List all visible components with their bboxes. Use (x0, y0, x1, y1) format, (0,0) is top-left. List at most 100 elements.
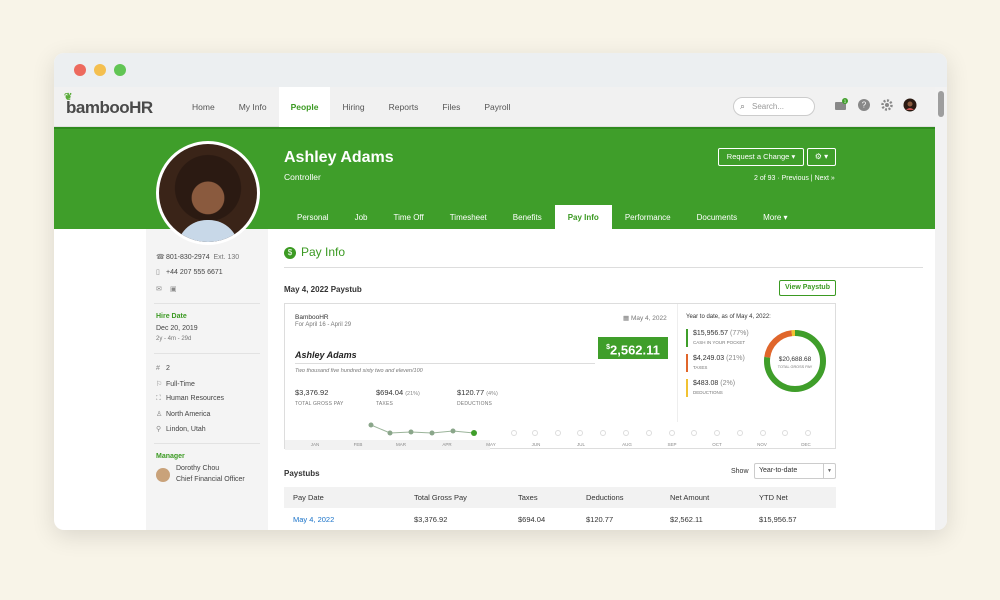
request-change-label: Request a Change (726, 152, 790, 161)
timeline-point[interactable] (368, 422, 374, 428)
pay-period: For April 16 - April 29 (295, 322, 352, 328)
row-net: $2,562.11 (670, 515, 703, 524)
tenure: 2y - 4m - 29d (156, 336, 192, 342)
work-phone: ☎801-830-2974 Ext. 130 (156, 254, 240, 261)
nav-item-reports[interactable]: Reports (377, 87, 431, 127)
donut-total: $20,688.68 (779, 356, 812, 363)
browser-window: ❦ bambooHR Home My Info People Hiring Rep… (54, 53, 947, 530)
paystub-summary: BambooHR For April 16 - April 29 ▦ May 4… (285, 304, 677, 422)
pay-info-content: $ Pay Info May 4, 2022 Paystub View Payst… (268, 229, 935, 530)
tab-personal[interactable]: Personal (284, 205, 342, 231)
employment-type: ⚐ Full-Time (156, 381, 195, 388)
employee-pager[interactable]: 2 of 93 · Previous | Next » (754, 175, 835, 182)
email-icon[interactable]: ✉ (156, 285, 166, 293)
bamboohr-app: ❦ bambooHR Home My Info People Hiring Rep… (54, 87, 935, 530)
paystub-range-select[interactable]: Year-to-date ▼ (754, 463, 836, 479)
tab-performance[interactable]: Performance (612, 205, 684, 231)
department: ⛶ Human Resources (156, 395, 224, 402)
nav-item-home[interactable]: Home (180, 87, 227, 127)
inbox-icon[interactable]: 1 (834, 98, 848, 112)
scrollbar[interactable] (935, 87, 947, 530)
ytd-cash: $15,956.57 (77%) CASH IN YOUR POCKET (686, 329, 749, 347)
manager-avatar[interactable] (156, 468, 170, 482)
paystub-title: May 4, 2022 Paystub (284, 285, 362, 294)
col-pay-date[interactable]: Pay Date (293, 487, 324, 508)
manager-label: Manager (156, 453, 185, 460)
deductions-label: DEDUCTIONS (457, 401, 493, 407)
timeline-point[interactable] (429, 430, 435, 436)
nav-item-payroll[interactable]: Payroll (472, 87, 522, 127)
nav-item-people[interactable]: People (278, 87, 331, 128)
profile-sidebar: ☎801-830-2974 Ext. 130 ▯ +44 207 555 6671… (146, 229, 268, 530)
signpost-icon: ⚐ (156, 381, 163, 388)
manager-title: Chief Financial Officer (176, 476, 245, 483)
tab-time-off[interactable]: Time Off (380, 205, 436, 231)
tab-more[interactable]: More ▾ (750, 205, 800, 231)
tab-job[interactable]: Job (342, 205, 381, 231)
settings-gear-icon[interactable] (880, 98, 894, 112)
month-label: JUL (576, 442, 586, 447)
amount-in-words: Two thousand five hundred sixty two and … (295, 368, 423, 374)
view-paystub-button[interactable]: View Paystub (779, 280, 836, 296)
maximize-window-button[interactable] (114, 64, 126, 76)
col-ytd-net[interactable]: YTD Net (759, 487, 788, 508)
scrollbar-thumb[interactable] (938, 91, 944, 117)
tab-documents[interactable]: Documents (684, 205, 750, 231)
region: ♙ North America (156, 411, 211, 418)
nav-item-hiring[interactable]: Hiring (330, 87, 376, 127)
gross-pay: $3,376.92 (295, 388, 329, 397)
month-label: APR (442, 442, 452, 447)
nav-item-files[interactable]: Files (430, 87, 472, 127)
hire-date-label: Hire Date (156, 313, 187, 320)
pay-info-heading: $ Pay Info (284, 245, 345, 259)
calendar-icon: ▦ (623, 315, 631, 322)
search-input[interactable]: ⌕ Search... (733, 97, 815, 116)
search-icon: ⌕ (740, 101, 746, 111)
timeline-point[interactable] (450, 428, 456, 434)
col-net-amount[interactable]: Net Amount (670, 487, 709, 508)
company-name: BambooHR (295, 314, 329, 321)
ytd-summary: Year to date, as of May 4, 2022: $15,956… (677, 304, 837, 422)
month-label: MAR (396, 442, 406, 447)
user-avatar-icon[interactable] (903, 98, 917, 112)
pay-date-link[interactable]: May 4, 2022 (293, 515, 334, 524)
employee-photo[interactable] (156, 141, 260, 245)
paystub-timeline: JAN FEB MAR APR MAY JUN JUL AUG SEP OCT … (285, 422, 837, 450)
help-icon[interactable]: ? (857, 98, 871, 112)
col-deductions[interactable]: Deductions (586, 487, 624, 508)
svg-text:?: ? (862, 101, 867, 110)
col-taxes[interactable]: Taxes (518, 487, 538, 508)
gross-pay-label: TOTAL GROSS PAY (295, 401, 344, 407)
paystubs-table-header: Pay Date Total Gross Pay Taxes Deduction… (284, 487, 836, 508)
dollar-icon: $ (284, 247, 296, 259)
row-gross: $3,376.92 (414, 515, 448, 524)
bamboohr-logo[interactable]: ❦ bambooHR (64, 92, 153, 118)
linkedin-icon[interactable]: ▣ (170, 285, 180, 293)
profile-tabs: Personal Job Time Off Timesheet Benefits… (284, 205, 801, 231)
ytd-taxes: $4,249.03 (21%) TAXES (686, 354, 745, 372)
mobile-phone: ▯ +44 207 555 6671 (156, 269, 223, 276)
people-icon: ♙ (156, 411, 163, 418)
employee-number: #2 (156, 365, 170, 372)
chevron-down-icon: ▼ (823, 464, 835, 478)
timeline-chart (285, 422, 811, 450)
timeline-point-selected[interactable] (471, 430, 477, 436)
close-window-button[interactable] (74, 64, 86, 76)
payee-name: Ashley Adams (295, 350, 357, 360)
timeline-point[interactable] (387, 430, 393, 436)
tab-pay-info[interactable]: Pay Info (554, 205, 612, 231)
row-taxes: $694.04 (518, 515, 546, 524)
timeline-point[interactable] (408, 429, 414, 435)
col-total-gross-pay[interactable]: Total Gross Pay (414, 487, 467, 508)
nav-item-my-info[interactable]: My Info (227, 87, 279, 127)
gear-icon: ⚙ ▾ (814, 152, 829, 161)
minimize-window-button[interactable] (94, 64, 106, 76)
ytd-deductions: $483.08 (2%) DEDUCTIONS (686, 379, 735, 397)
profile-settings-button[interactable]: ⚙ ▾ (807, 148, 836, 166)
tab-timesheet[interactable]: Timesheet (437, 205, 500, 231)
ytd-donut-chart: $20,688.68 TOTAL GROSS PAY (764, 330, 826, 392)
request-change-button[interactable]: Request a Change ▾ (718, 148, 804, 166)
month-label: OCT (712, 442, 722, 447)
tab-benefits[interactable]: Benefits (500, 205, 555, 231)
manager-name[interactable]: Dorothy Chou (176, 465, 219, 472)
